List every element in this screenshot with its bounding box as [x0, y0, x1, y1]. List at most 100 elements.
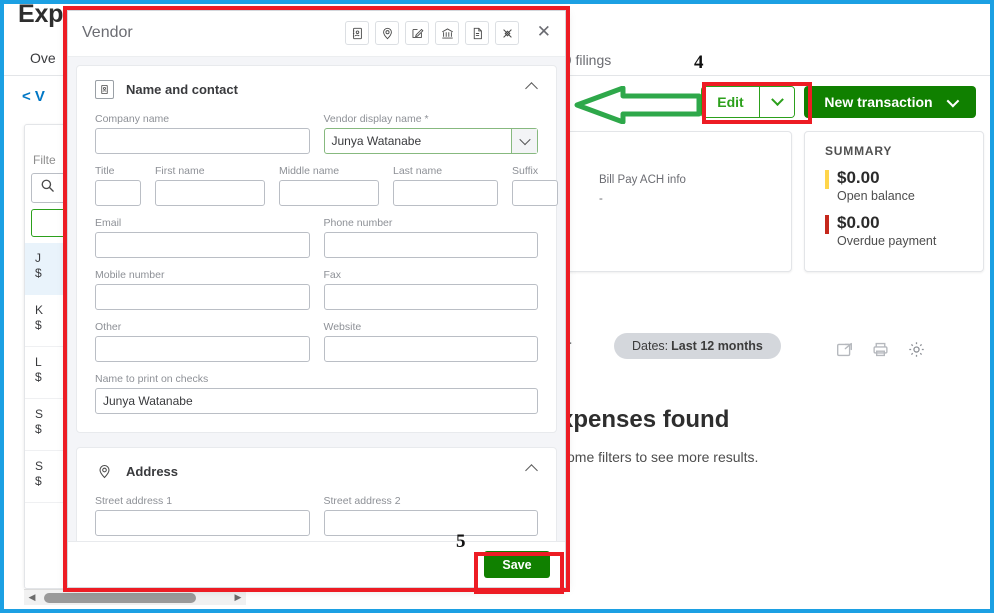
- scrollbar-track[interactable]: [40, 590, 230, 606]
- address-book-icon[interactable]: [345, 21, 369, 45]
- field-label: First name: [155, 165, 205, 177]
- close-icon[interactable]: ✕: [537, 23, 551, 40]
- modal-header-icon-group: [345, 21, 519, 45]
- open-balance-amount: $0.00: [837, 168, 880, 187]
- field-last-name: Last name: [393, 165, 498, 206]
- section-header[interactable]: Address: [95, 462, 538, 481]
- attachment-icon[interactable]: [495, 21, 519, 45]
- fax-input[interactable]: [323, 284, 538, 310]
- modal-title: Vendor: [82, 24, 133, 41]
- chevron-up-icon[interactable]: [525, 82, 538, 95]
- chevron-down-icon: [770, 92, 784, 106]
- triangle-left-icon[interactable]: ◀: [24, 592, 40, 603]
- chevron-up-icon[interactable]: [525, 464, 538, 477]
- summary-title: SUMMARY: [825, 144, 893, 158]
- open-balance-color-bar: [825, 170, 829, 189]
- triangle-right-icon[interactable]: ▶: [230, 592, 246, 603]
- tab-overview[interactable]: Ove: [30, 50, 56, 66]
- field-label: Last name: [393, 165, 443, 177]
- horizontal-scrollbar[interactable]: ◀ ▶: [24, 589, 246, 605]
- field-label: Street address 2: [323, 495, 401, 507]
- date-chip-value: Last 12 months: [671, 339, 763, 353]
- field-suffix: Suffix: [512, 165, 558, 206]
- annotation-step-4: 4: [694, 52, 704, 73]
- edit-dropdown-button[interactable]: [760, 87, 794, 117]
- new-transaction-label: New transaction: [824, 94, 933, 110]
- date-chip-prefix: Dates:: [632, 339, 669, 353]
- street-address-1-input[interactable]: [95, 510, 310, 536]
- field-name-to-print-on-checks: Name to print on checks Junya Watanabe: [95, 373, 538, 414]
- summary-card: SUMMARY $0.00 Open balance $0.00 Overdue…: [804, 131, 984, 272]
- suffix-input[interactable]: [512, 180, 558, 206]
- field-company-name: Company name: [95, 113, 310, 154]
- field-title: Title: [95, 165, 141, 206]
- screenshot-frame: Exp Ove 99 filings < V Edit New transact…: [0, 0, 994, 613]
- address-book-icon: [95, 80, 114, 99]
- field-vendor-display-name: Vendor display name * Junya Watanabe: [323, 113, 538, 154]
- middle-name-input[interactable]: [279, 180, 379, 206]
- empty-state-subtitle: some filters to see more results.: [560, 449, 759, 465]
- chevron-down-icon[interactable]: [511, 129, 537, 153]
- modal-footer: Save: [68, 541, 565, 587]
- edit-button-group[interactable]: Edit: [701, 86, 795, 118]
- date-filter-chip[interactable]: Dates: Last 12 months: [614, 333, 781, 359]
- document-icon[interactable]: [465, 21, 489, 45]
- gear-icon[interactable]: [908, 341, 925, 358]
- section-title: Name and contact: [126, 82, 238, 97]
- phone-number-input[interactable]: [323, 232, 538, 258]
- field-first-name: First name: [155, 165, 265, 206]
- field-label: Email: [95, 217, 122, 229]
- first-name-input[interactable]: [155, 180, 265, 206]
- annotation-step-5: 5: [456, 531, 466, 552]
- field-row-company-vendor: Company name Vendor display name * Junya…: [95, 113, 538, 154]
- field-label: Website: [323, 321, 362, 333]
- empty-state-title: xpenses found: [560, 406, 730, 433]
- bank-icon[interactable]: [435, 21, 459, 45]
- field-label: Name to print on checks: [95, 373, 209, 385]
- page-title: Exp: [18, 4, 64, 28]
- scrollbar-thumb[interactable]: [44, 592, 196, 603]
- street-address-2-input[interactable]: [323, 510, 538, 536]
- field-label: Title: [95, 165, 115, 177]
- field-label: Middle name: [279, 165, 340, 177]
- edit-button[interactable]: Edit: [702, 87, 760, 117]
- bill-pay-ach-label: Bill Pay ACH info: [599, 174, 686, 186]
- field-email: Email: [95, 217, 310, 258]
- vendor-display-name-select[interactable]: Junya Watanabe: [323, 128, 538, 154]
- open-balance-label: Open balance: [837, 189, 915, 203]
- edit-pencil-icon[interactable]: [405, 21, 429, 45]
- website-input[interactable]: [323, 336, 538, 362]
- back-to-vendors-link[interactable]: < V: [22, 88, 45, 105]
- field-row-mobile-fax: Mobile number Fax: [95, 269, 538, 310]
- summary-row-open-balance: $0.00 Open balance: [825, 168, 983, 203]
- field-row-other-website: Other Website: [95, 321, 538, 362]
- print-icon[interactable]: [872, 341, 889, 358]
- new-transaction-button[interactable]: New transaction: [804, 86, 976, 118]
- save-button[interactable]: Save: [484, 551, 550, 578]
- field-row-street-address: Street address 1 Street address 2: [95, 495, 538, 536]
- field-row-check-name: Name to print on checks Junya Watanabe: [95, 373, 538, 414]
- company-name-input[interactable]: [95, 128, 310, 154]
- field-row-email-phone: Email Phone number: [95, 217, 538, 258]
- field-label: Company name: [95, 113, 170, 125]
- section-header[interactable]: Name and contact: [95, 80, 538, 99]
- mobile-number-input[interactable]: [95, 284, 310, 310]
- email-input[interactable]: [95, 232, 310, 258]
- sidebar-filter-label: Filte: [33, 153, 56, 167]
- overdue-payment-amount: $0.00: [837, 213, 880, 232]
- other-input[interactable]: [95, 336, 310, 362]
- field-phone-number: Phone number: [323, 217, 538, 258]
- last-name-input[interactable]: [393, 180, 498, 206]
- location-pin-icon[interactable]: [375, 21, 399, 45]
- bill-pay-ach-value: -: [599, 193, 603, 205]
- title-input[interactable]: [95, 180, 141, 206]
- field-label: Phone number: [323, 217, 393, 229]
- field-label: Suffix: [512, 165, 539, 177]
- name-to-print-on-checks-input[interactable]: Junya Watanabe: [95, 388, 538, 414]
- field-fax: Fax: [323, 269, 538, 310]
- export-icon[interactable]: [836, 341, 853, 358]
- modal-body: Name and contact Company name Vendor dis…: [68, 57, 565, 587]
- section-name-and-contact: Name and contact Company name Vendor dis…: [76, 65, 558, 433]
- field-mobile-number: Mobile number: [95, 269, 310, 310]
- table-tools: [836, 341, 925, 358]
